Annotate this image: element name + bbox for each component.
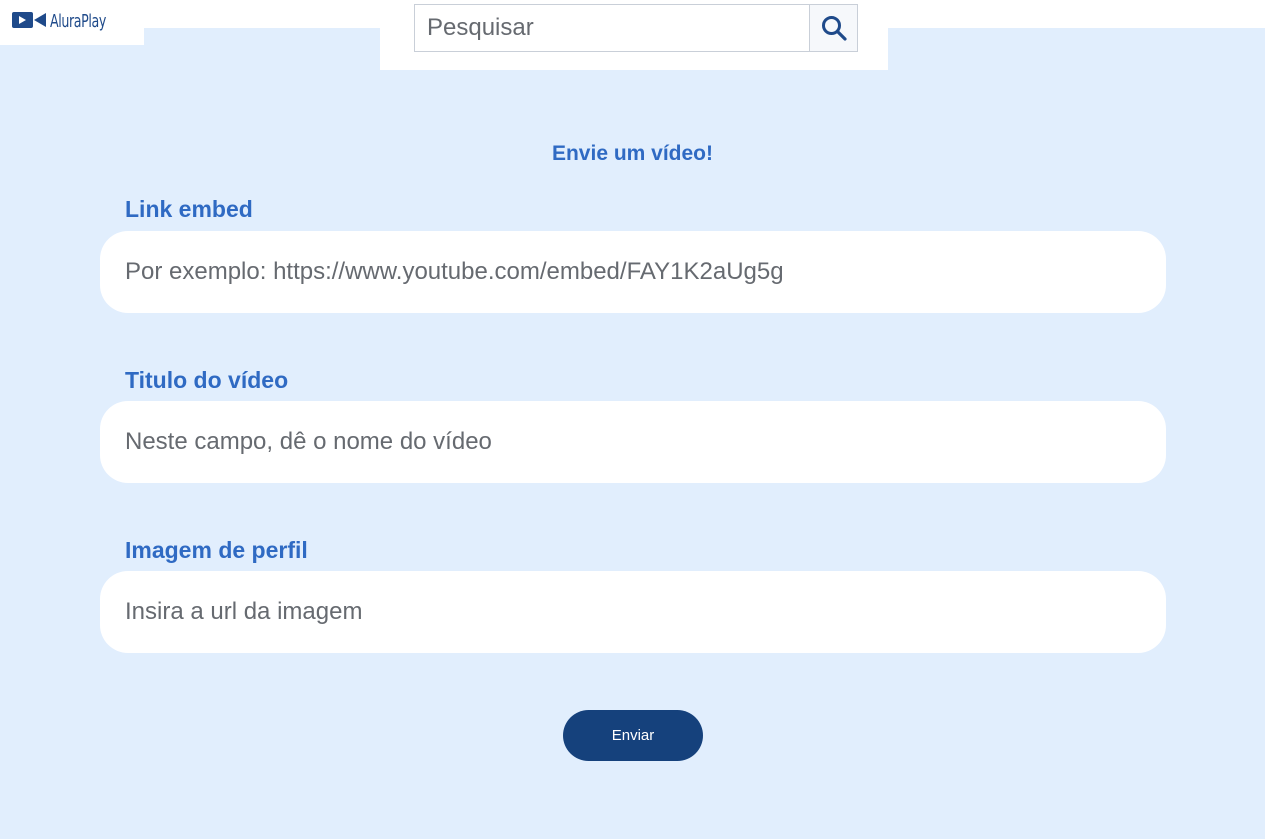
submit-button[interactable]: Enviar — [563, 710, 703, 761]
profile-image-url-input[interactable] — [100, 571, 1166, 653]
search-bar — [380, 0, 888, 70]
video-title-label: Titulo do vídeo — [125, 367, 289, 393]
search-field — [414, 4, 858, 52]
logo[interactable]: AluraPlay — [0, 0, 144, 45]
logo-text: AluraPlay — [50, 11, 106, 32]
search-button[interactable] — [809, 5, 857, 51]
form-title: Envie um vídeo! — [551, 142, 714, 165]
link-embed-label: Link embed — [125, 196, 253, 222]
link-embed-input[interactable] — [100, 231, 1166, 313]
video-title-input[interactable] — [100, 401, 1166, 483]
page: AluraPlay Envie um vídeo! Link embed Tit… — [0, 0, 1265, 839]
search-input[interactable] — [415, 5, 809, 51]
search-icon — [821, 16, 847, 41]
video-camera-icon — [12, 12, 46, 28]
profile-image-label: Imagem de perfil — [125, 537, 308, 563]
